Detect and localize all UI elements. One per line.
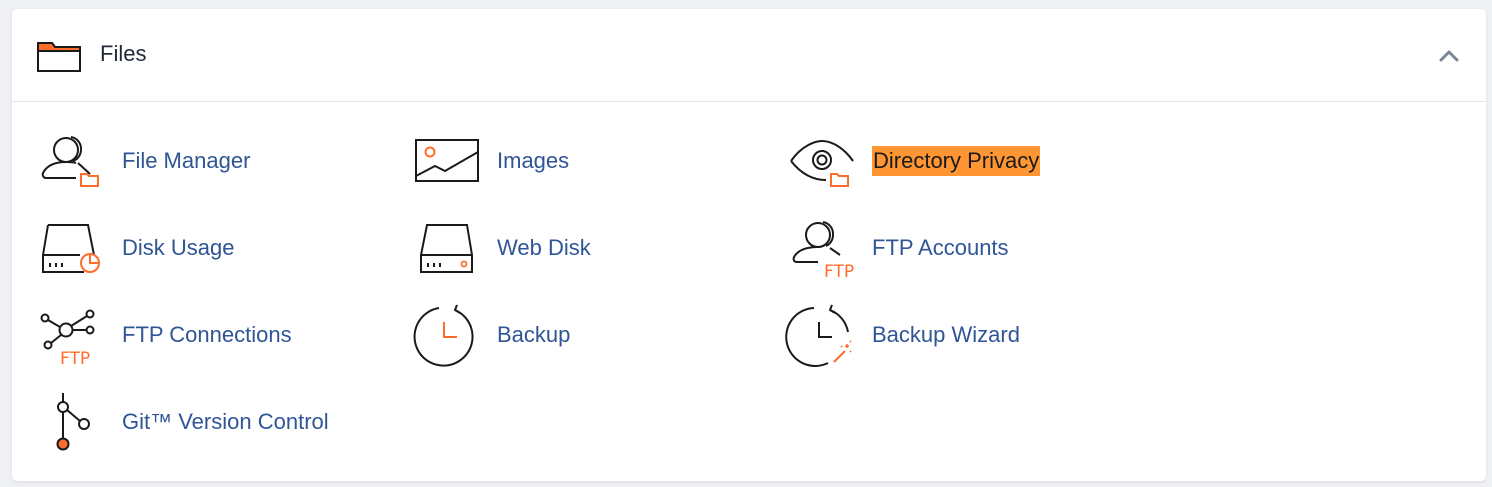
ftp-connections-icon: FTP	[40, 309, 95, 369]
git-version-control-icon	[56, 393, 90, 451]
chevron-up-icon[interactable]	[1438, 45, 1460, 67]
panel-title: Files	[100, 41, 147, 66]
disk-usage-label: Disk Usage	[122, 235, 235, 260]
svg-text:FTP: FTP	[60, 349, 90, 369]
backup-label: Backup	[497, 322, 571, 347]
file-manager-icon	[41, 136, 99, 187]
images-icon	[415, 139, 479, 182]
ftp-accounts-icon: FTP	[792, 221, 854, 282]
directory-privacy-label: Directory Privacy	[872, 146, 1041, 176]
svg-text:FTP: FTP	[824, 262, 854, 282]
ftp-connections-label: FTP Connections	[122, 322, 292, 347]
file-manager-label: File Manager	[122, 148, 251, 173]
files-panel-header[interactable]: Files	[12, 9, 1486, 102]
images-label: Images	[497, 148, 570, 173]
backup-wizard-icon	[785, 304, 852, 367]
files-panel: Files File Manager Images Directory Priv…	[12, 9, 1486, 481]
directory-privacy-icon	[790, 139, 854, 187]
disk-usage-icon	[42, 224, 100, 273]
ftp-accounts-label: FTP Accounts	[872, 235, 1009, 260]
web-disk-label: Web Disk	[497, 235, 591, 260]
git-version-control-label: Git™ Version Control	[122, 409, 329, 434]
backup-wizard-label: Backup Wizard	[872, 322, 1020, 347]
folder-icon	[37, 42, 81, 72]
web-disk-icon	[420, 224, 473, 273]
backup-icon	[413, 304, 474, 367]
